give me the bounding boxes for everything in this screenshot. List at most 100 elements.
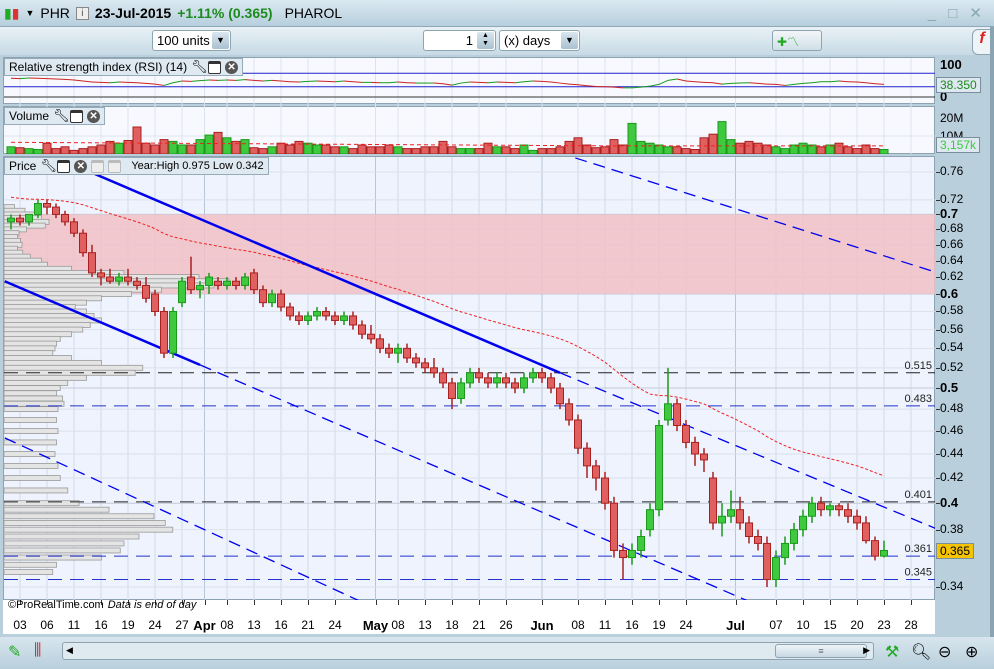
volume-profile-bar: [4, 406, 59, 413]
volume-profile-bar: [4, 428, 59, 434]
move-down-icon[interactable]: [91, 159, 105, 173]
tick-mark: [936, 277, 940, 279]
volume-profile-bar: [4, 569, 54, 575]
date-tick-label: 20: [850, 618, 864, 632]
price-tick-label: 0.46: [940, 423, 964, 438]
zoom-out-icon[interactable]: ⊖: [938, 642, 951, 662]
candle-body: [511, 382, 519, 389]
wrench-icon[interactable]: 🔧︎: [40, 159, 57, 173]
price-tick-label: 0.34: [940, 579, 964, 594]
candle-body: [655, 425, 663, 511]
tick-mark: [857, 600, 858, 605]
candle-body: [115, 276, 123, 282]
volume-bar: [591, 147, 601, 154]
year-high-low: Year:High 0.975 Low 0.342: [131, 160, 264, 172]
rsi-line-segment: [802, 82, 813, 84]
tick-mark: [936, 214, 940, 216]
month-label: Jun: [530, 618, 554, 633]
horizontal-scrollbar[interactable]: ◀ ≡ ▶: [62, 642, 874, 660]
scroll-right-icon[interactable]: ▶: [863, 645, 870, 656]
volume-bar: [798, 142, 808, 154]
tick-mark: [830, 600, 831, 605]
draw-tool-icon[interactable]: ✎: [8, 642, 21, 662]
price-tick-label: 0.76: [940, 164, 964, 178]
candle-body: [358, 324, 366, 335]
date-tick-label: 16: [94, 618, 108, 632]
volume-bar: [69, 149, 79, 154]
autoscale-icon[interactable]: ⚒: [885, 642, 899, 662]
candle-body: [808, 502, 816, 517]
volume-profile-bar: [4, 364, 144, 371]
rsi-line-segment: [136, 82, 147, 84]
tick-mark: [936, 348, 940, 350]
tick-mark: [425, 600, 426, 605]
rsi-line-segment: [775, 83, 786, 86]
zoom-fit-icon[interactable]: 🔍︎: [911, 642, 931, 662]
rsi-line-segment: [298, 80, 309, 83]
tick-mark: [936, 454, 940, 456]
tick-mark: [911, 600, 912, 605]
rsi-line-segment: [676, 78, 687, 82]
window-icon[interactable]: [208, 60, 222, 74]
copyright: ©ProRealTime.com Data is end of day: [8, 599, 196, 611]
rsi-plot: [4, 72, 935, 98]
tick-mark: [308, 600, 309, 605]
rsi-line-segment: [649, 83, 660, 87]
candle-body: [439, 372, 447, 384]
volume-plot: [4, 121, 935, 154]
candle-body: [196, 284, 204, 291]
close-icon[interactable]: ✕: [225, 60, 239, 74]
rsi-line-segment: [793, 82, 804, 85]
price-label: Price 🔧︎ ✕ Year:High 0.975 Low 0.342: [4, 157, 269, 175]
date-tick-label: 26: [499, 618, 513, 632]
rsi-line-segment: [190, 80, 201, 82]
window-icon[interactable]: [70, 109, 84, 123]
volume-bar: [60, 146, 70, 154]
candle-body: [268, 293, 276, 304]
tick-mark: [884, 600, 885, 605]
volume-profile-bar: [4, 533, 140, 540]
tick-mark: [936, 199, 940, 201]
close-icon[interactable]: ✕: [74, 159, 88, 173]
volume-profile-bar: [4, 380, 69, 386]
volume-bar: [546, 148, 556, 154]
date-tick-label: 18: [445, 618, 459, 632]
scrollbar-thumb[interactable]: ≡: [775, 644, 867, 658]
rsi-line-segment: [397, 81, 408, 84]
chart-type-icon[interactable]: ⫼: [34, 642, 41, 660]
candle-body: [565, 403, 573, 421]
rsi-line-segment: [613, 86, 624, 89]
scroll-left-icon[interactable]: ◀: [66, 645, 73, 656]
close-icon[interactable]: ✕: [87, 109, 101, 123]
volume-bar: [438, 140, 448, 154]
candle-body: [628, 549, 636, 559]
volume-profile-bar: [4, 395, 63, 402]
volume-bar: [42, 142, 52, 154]
chart-canvas[interactable]: 0.5150.4830.4010.3610.345: [0, 0, 994, 669]
window-icon[interactable]: [57, 159, 71, 173]
wrench-icon[interactable]: 🔧︎: [191, 60, 208, 74]
price-tick-label: 0.58: [940, 303, 964, 318]
rsi-line-segment: [784, 83, 795, 86]
rsi-line-segment: [559, 82, 570, 85]
rsi-line-segment: [334, 80, 345, 83]
date-tick-label: 27: [175, 618, 189, 632]
candle-body: [160, 310, 168, 354]
date-tick-label: 11: [67, 618, 81, 632]
rsi-line-segment: [388, 81, 399, 84]
candle-body: [610, 502, 618, 551]
wrench-icon[interactable]: 🔧︎: [53, 109, 70, 123]
rsi-line-segment: [757, 82, 768, 85]
move-up-icon[interactable]: [108, 159, 122, 173]
candle-body: [151, 293, 159, 312]
volume-profile-bar: [4, 526, 174, 533]
volume-bar: [240, 139, 250, 154]
volume-bar: [879, 149, 889, 154]
zoom-in-icon[interactable]: ⊕: [965, 642, 978, 662]
rsi-line-segment: [838, 80, 849, 83]
rsi-line-segment: [271, 79, 282, 82]
candle-body: [169, 310, 177, 354]
volume-bar: [537, 148, 547, 154]
volume-bar: [366, 146, 376, 154]
volume-bar: [114, 142, 124, 154]
